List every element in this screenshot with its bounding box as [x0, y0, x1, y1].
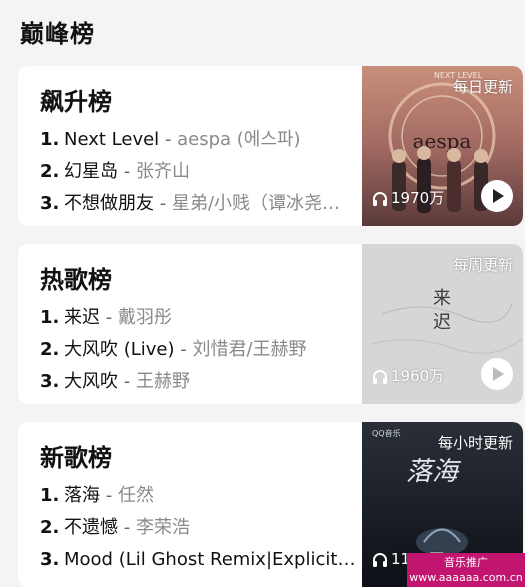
watermark: 音乐推广 www.aaaaaa.com.cn [407, 553, 525, 587]
cover-text: QQ音乐 [372, 428, 401, 438]
track-row[interactable]: 1. Next Level - aespa (에스파) [40, 126, 360, 154]
track-song: 不遗憾 [64, 517, 118, 538]
track-rank: 1. [40, 129, 60, 150]
section-title: 巅峰榜 [20, 20, 95, 48]
cover-text: 来 [433, 288, 451, 309]
chart-cover[interactable]: 来 迟 每周更新 1960万 [362, 244, 523, 404]
headphones-icon [373, 370, 387, 384]
chart-card-soaring[interactable]: 飙升榜 1. Next Level - aespa (에스파) 2. 幻星岛 - 张… [18, 66, 523, 226]
track-song: 大风吹 (Live) [64, 339, 175, 360]
track-row[interactable]: 3.Mood (Lil Ghost Remix|Explicit) - … [40, 546, 360, 574]
track-artist: aespa (에스파) [177, 129, 301, 150]
track-song: Next Level [64, 129, 160, 150]
track-song: Mood (Lil Ghost Remix|Explicit) [64, 549, 345, 570]
track-row[interactable]: 3. 大风吹 - 王赫野 [40, 368, 360, 396]
track-artist: 任然 [117, 485, 154, 506]
play-button[interactable] [481, 358, 513, 390]
track-song: 幻星岛 [64, 161, 118, 182]
track-song: 不想做朋友 [64, 193, 154, 214]
track-rank: 2. [40, 339, 60, 360]
track-row[interactable]: 2. 大风吹 (Live) - 刘惜君/王赫野 [40, 336, 360, 364]
track-rank: 1. [40, 485, 60, 506]
track-artist: 星弟/小贱（谭冰尧… [171, 193, 341, 214]
cover-text: 迟 [433, 312, 451, 333]
play-count-value: 1970万 [391, 189, 445, 207]
chart-cover[interactable]: aespa NEXT LEVEL 每日更新 1970万 [362, 66, 523, 226]
cover-text: 落海 [406, 457, 462, 487]
chart-card-hot[interactable]: 热歌榜 1. 来迟 - 戴羽彤 2. 大风吹 (Live) - 刘惜君/王赫野 3.… [18, 244, 523, 404]
track-row[interactable]: 1. 落海 - 任然 [40, 482, 360, 510]
track-song: 大风吹 [64, 371, 118, 392]
update-badge: 每周更新 [452, 256, 513, 274]
play-button[interactable] [481, 180, 513, 212]
track-row[interactable]: 2. 幻星岛 - 张齐山 [40, 158, 360, 186]
watermark-line2: www.aaaaaa.com.cn [409, 571, 523, 584]
chart-title: 热歌榜 [40, 266, 112, 294]
chart-title: 新歌榜 [40, 444, 112, 472]
track-artist: 刘惜君/王赫野 [192, 339, 307, 360]
track-row[interactable]: 1. 来迟 - 戴羽彤 [40, 304, 360, 332]
update-badge: 每小时更新 [437, 434, 513, 452]
track-row[interactable]: 3. 不想做朋友 - 星弟/小贱（谭冰尧… [40, 190, 360, 218]
play-icon [493, 367, 504, 381]
headphones-icon [373, 192, 387, 206]
chart-title: 飙升榜 [40, 88, 112, 116]
play-count-value: 1960万 [391, 367, 445, 385]
track-song: 落海 [64, 485, 100, 506]
headphones-icon [373, 553, 387, 567]
track-rank: 2. [40, 517, 60, 538]
play-icon [493, 189, 504, 203]
update-badge: 每日更新 [452, 78, 513, 96]
track-rank: 3. [40, 193, 60, 214]
track-artist: 戴羽彤 [117, 307, 172, 328]
track-rank: 1. [40, 307, 60, 328]
track-rank: 3. [40, 549, 60, 570]
play-count: 1960万 [372, 364, 444, 388]
track-artist: 张齐山 [135, 161, 190, 182]
track-rank: 3. [40, 371, 60, 392]
watermark-line1: 音乐推广 [444, 556, 488, 569]
track-artist: 王赫野 [135, 371, 190, 392]
track-song: 来迟 [64, 307, 100, 328]
play-count: 1970万 [372, 186, 444, 210]
track-row[interactable]: 2. 不遗憾 - 李荣浩 [40, 514, 360, 542]
track-rank: 2. [40, 161, 60, 182]
track-artist: 李荣浩 [135, 517, 190, 538]
